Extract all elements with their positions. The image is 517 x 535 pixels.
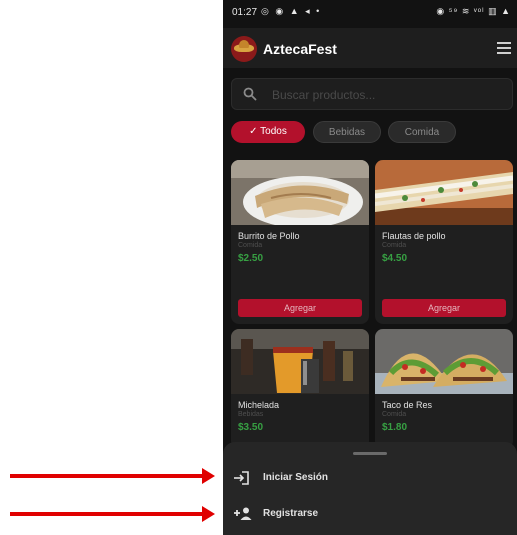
phone-screen: 01:27 ◎ ◉ ▲ ◂ • ◉ ⁵⁹ ≋ ᵛᵒˡ ▥ ▲ AztecaFes… [223, 0, 517, 535]
product-price: $1.80 [382, 422, 408, 433]
flautas-image [375, 160, 513, 225]
drag-handle[interactable] [353, 452, 387, 455]
status-time: 01:27 [232, 7, 258, 18]
michelada-image [231, 329, 369, 394]
chip-label: Bebidas [328, 127, 366, 138]
login-icon [234, 471, 249, 485]
product-price: $3.50 [238, 422, 264, 433]
login-label: Iniciar Sesión [263, 472, 329, 483]
burrito-image [231, 160, 369, 225]
product-category: Comida [382, 411, 407, 418]
product-price: $4.50 [382, 253, 408, 264]
login-menu-item[interactable]: Iniciar Sesión [223, 463, 517, 493]
product-name: Taco de Res [382, 400, 433, 410]
product-category: Comida [238, 242, 263, 249]
search-bar[interactable] [231, 78, 513, 110]
hamburger-menu-icon[interactable] [497, 42, 511, 54]
chip-todos[interactable]: ✓ Todos [231, 121, 305, 143]
register-label: Registrarse [263, 508, 319, 519]
annotation-arrow-register [10, 506, 215, 522]
product-name: Flautas de pollo [382, 231, 446, 241]
auth-bottom-sheet: Iniciar Sesión Registrarse [223, 442, 517, 535]
product-category: Comida [382, 242, 407, 249]
register-menu-item[interactable]: Registrarse [223, 499, 517, 529]
search-input[interactable] [270, 85, 504, 105]
product-card-burrito[interactable]: Burrito de Pollo Comida $2.50 Agregar [231, 160, 369, 324]
product-card-michelada[interactable]: Michelada Bebidas $3.50 [231, 329, 369, 449]
product-category: Bebidas [238, 411, 264, 418]
product-name: Burrito de Pollo [238, 231, 300, 241]
add-to-cart-button[interactable]: Agregar [382, 299, 506, 317]
chip-comida[interactable]: Comida [388, 121, 456, 143]
chip-bebidas[interactable]: Bebidas [313, 121, 381, 143]
search-icon [243, 87, 257, 101]
taco-image [375, 329, 513, 394]
system-icons: ◉ ⁵⁹ ≋ ᵛᵒˡ ▥ ▲ [436, 6, 511, 16]
add-to-cart-button[interactable]: Agregar [238, 299, 362, 317]
product-price: $2.50 [238, 253, 264, 264]
product-name: Michelada [238, 400, 280, 410]
chip-label: Comida [404, 127, 440, 138]
chip-label: Todos [260, 126, 287, 137]
app-bar: AztecaFest [223, 28, 517, 68]
check-icon: ✓ [249, 126, 258, 137]
notification-icons: ◎ ◉ ▲ ◂ • [261, 6, 322, 16]
app-title: AztecaFest [263, 41, 337, 57]
person-add-icon [234, 507, 252, 520]
status-bar: 01:27 ◎ ◉ ▲ ◂ • ◉ ⁵⁹ ≋ ᵛᵒˡ ▥ ▲ [223, 0, 517, 24]
product-card-taco[interactable]: Taco de Res Comida $1.80 [375, 329, 513, 449]
sombrero-logo-icon [231, 36, 257, 62]
annotation-arrow-login [10, 468, 215, 484]
product-card-flautas[interactable]: Flautas de pollo Comida $4.50 Agregar [375, 160, 513, 324]
